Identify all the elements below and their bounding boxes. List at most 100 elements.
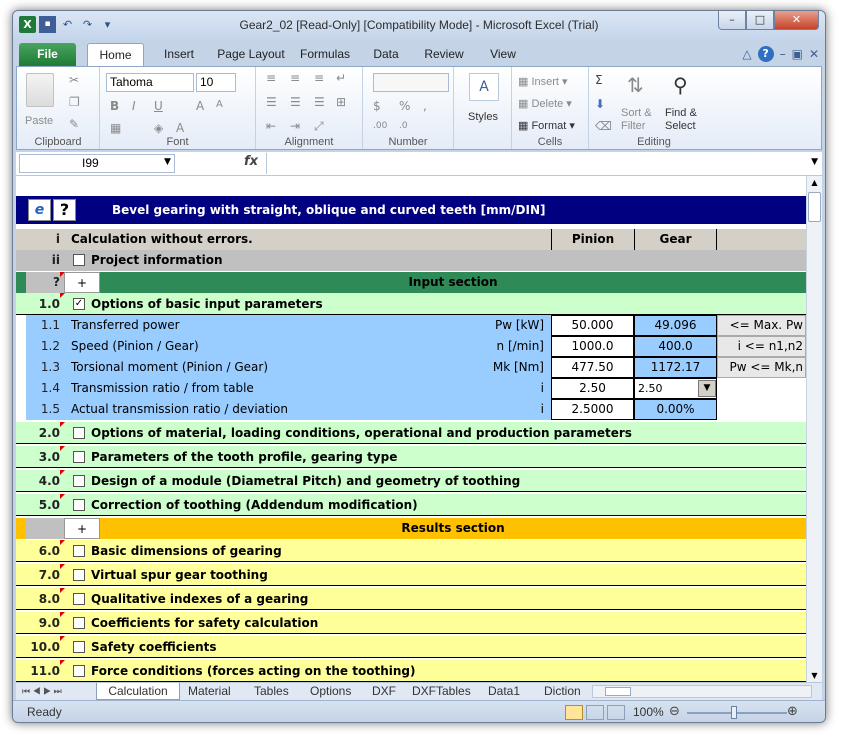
comma-icon[interactable]: ,: [423, 99, 427, 113]
tab-review[interactable]: Review: [422, 43, 466, 66]
result-group-row[interactable]: 8.0 Qualitative indexes of a gearing: [16, 588, 806, 610]
decrease-indent-icon[interactable]: ⇤: [266, 119, 276, 133]
scroll-up-icon[interactable]: ▲: [808, 178, 821, 187]
paste-icon[interactable]: [26, 73, 54, 107]
expand-formula-icon[interactable]: ▼: [811, 157, 818, 167]
sort-filter-icon[interactable]: ⇅: [627, 73, 644, 97]
increase-decimal-icon[interactable]: .00: [373, 121, 387, 131]
select-label[interactable]: Select: [665, 120, 696, 132]
formula-input[interactable]: [266, 153, 804, 174]
options-basic-checkbox[interactable]: ✓: [73, 298, 85, 310]
ribbon-minimize-icon[interactable]: △: [742, 47, 751, 61]
font-size-box[interactable]: 10: [196, 73, 236, 92]
power-torque-button[interactable]: Pw <= Mk,n: [717, 357, 806, 378]
scroll-thumb[interactable]: [808, 192, 821, 222]
options-basic-row[interactable]: 1.0 ✓ Options of basic input parameters: [16, 293, 806, 315]
group-checkbox[interactable]: [73, 617, 85, 629]
currency-icon[interactable]: $: [373, 99, 381, 113]
underline-icon[interactable]: U: [154, 99, 163, 113]
format-cells-button[interactable]: ▦ Format ▾: [518, 119, 575, 132]
group-checkbox[interactable]: [73, 593, 85, 605]
zoom-in-icon[interactable]: ⊕: [787, 704, 798, 719]
group-checkbox[interactable]: [73, 475, 85, 487]
tab-data[interactable]: Data: [368, 43, 404, 66]
input-group-row[interactable]: 4.0 Design of a module (Diametral Pitch)…: [16, 470, 806, 492]
sheet-tab-options[interactable]: Options: [310, 683, 351, 700]
group-checkbox[interactable]: [73, 451, 85, 463]
borders-icon[interactable]: ▦: [110, 121, 121, 135]
group-checkbox[interactable]: [73, 569, 85, 581]
expand-results-button[interactable]: +: [64, 518, 100, 539]
bold-icon[interactable]: B: [110, 99, 119, 113]
cut-icon[interactable]: ✂: [69, 73, 79, 87]
tab-insert[interactable]: Insert: [159, 43, 199, 66]
project-info-row[interactable]: ii Project information: [16, 250, 806, 271]
tab-page-layout[interactable]: Page Layout: [215, 43, 287, 66]
align-center-icon[interactable]: ☰: [290, 95, 301, 109]
tab-home[interactable]: Home: [87, 43, 144, 66]
sheet-tab-material[interactable]: Material: [188, 683, 231, 700]
zoom-out-icon[interactable]: ⊖: [669, 704, 680, 719]
scroll-down-icon[interactable]: ▼: [808, 671, 821, 680]
filter-label[interactable]: Filter: [621, 120, 645, 132]
result-group-row[interactable]: 10.0 Safety coefficients: [16, 636, 806, 658]
zoom-slider[interactable]: [687, 712, 787, 714]
normal-view-icon[interactable]: [565, 705, 583, 720]
workbook-restore-icon[interactable]: ▣: [792, 47, 803, 61]
minimize-button[interactable]: –: [718, 11, 746, 30]
help-icon[interactable]: ?: [757, 46, 774, 62]
paste-label[interactable]: Paste: [25, 115, 53, 127]
maximize-button[interactable]: □: [746, 11, 774, 30]
pinion-value-input[interactable]: 50.000: [551, 315, 634, 336]
format-painter-icon[interactable]: ✎: [69, 117, 79, 131]
sort-label[interactable]: Sort &: [621, 107, 652, 119]
fill-icon[interactable]: ⬇: [595, 97, 605, 111]
page-layout-view-icon[interactable]: [586, 705, 604, 720]
align-bottom-icon[interactable]: ≡: [314, 71, 324, 85]
sheet-tab-dxftables[interactable]: DXFTables: [412, 683, 471, 700]
align-right-icon[interactable]: ☰: [314, 95, 325, 109]
fill-color-icon[interactable]: ◈: [154, 121, 163, 135]
group-checkbox[interactable]: [73, 641, 85, 653]
tab-formulas[interactable]: Formulas: [297, 43, 353, 66]
result-group-row[interactable]: 9.0 Coefficients for safety calculation: [16, 612, 806, 634]
pinion-value-input[interactable]: 1000.0: [551, 336, 634, 357]
percent-icon[interactable]: %: [399, 99, 410, 113]
increase-indent-icon[interactable]: ⇥: [290, 119, 300, 133]
group-checkbox[interactable]: [73, 545, 85, 557]
zoom-level[interactable]: 100%: [633, 705, 664, 719]
styles-icon[interactable]: A: [469, 73, 499, 101]
wrap-text-icon[interactable]: ↵: [336, 71, 346, 85]
insert-cells-button[interactable]: ▦ Insert ▾: [518, 75, 568, 88]
styles-button-label[interactable]: Styles: [468, 111, 498, 123]
name-box-dropdown-icon[interactable]: ▼: [164, 157, 171, 167]
insert-function-icon[interactable]: fx: [244, 154, 258, 169]
horizontal-scrollbar[interactable]: [592, 685, 812, 698]
input-group-row[interactable]: 2.0 Options of material, loading conditi…: [16, 422, 806, 444]
align-top-icon[interactable]: ≡: [266, 71, 276, 85]
clear-icon[interactable]: ⌫: [595, 119, 612, 133]
vertical-scrollbar[interactable]: ▲ ▼: [806, 176, 822, 682]
decrease-decimal-icon[interactable]: .0: [399, 121, 408, 131]
delete-cells-button[interactable]: ▦ Delete ▾: [518, 97, 572, 110]
merge-center-icon[interactable]: ⊞: [336, 95, 346, 109]
number-format-box[interactable]: [373, 73, 449, 92]
tab-file[interactable]: File: [19, 43, 76, 66]
sheet-tab-data1[interactable]: Data1: [488, 683, 520, 700]
name-box[interactable]: I99: [19, 154, 175, 173]
expand-input-button[interactable]: +: [64, 272, 100, 293]
ratio-input[interactable]: 2.50: [551, 378, 634, 399]
align-middle-icon[interactable]: ≡: [290, 71, 300, 85]
sheet-tab-diction[interactable]: Diction: [544, 683, 584, 700]
project-info-checkbox[interactable]: [73, 254, 85, 266]
find-label[interactable]: Find &: [665, 107, 697, 119]
orientation-icon[interactable]: ⤢: [314, 119, 324, 134]
copy-icon[interactable]: ❐: [69, 95, 80, 109]
find-select-icon[interactable]: ⚲: [673, 73, 688, 97]
dropdown-arrow-icon[interactable]: ▼: [698, 380, 716, 397]
align-left-icon[interactable]: ☰: [266, 95, 277, 109]
shrink-font-icon[interactable]: A: [216, 99, 223, 110]
sheet-tab-calculation[interactable]: Calculation: [96, 683, 180, 700]
ratio-speed-button[interactable]: i <= n1,n2: [717, 336, 806, 357]
sheet-nav-icons[interactable]: ⏮ ◀ ▶ ⏭: [22, 683, 62, 700]
